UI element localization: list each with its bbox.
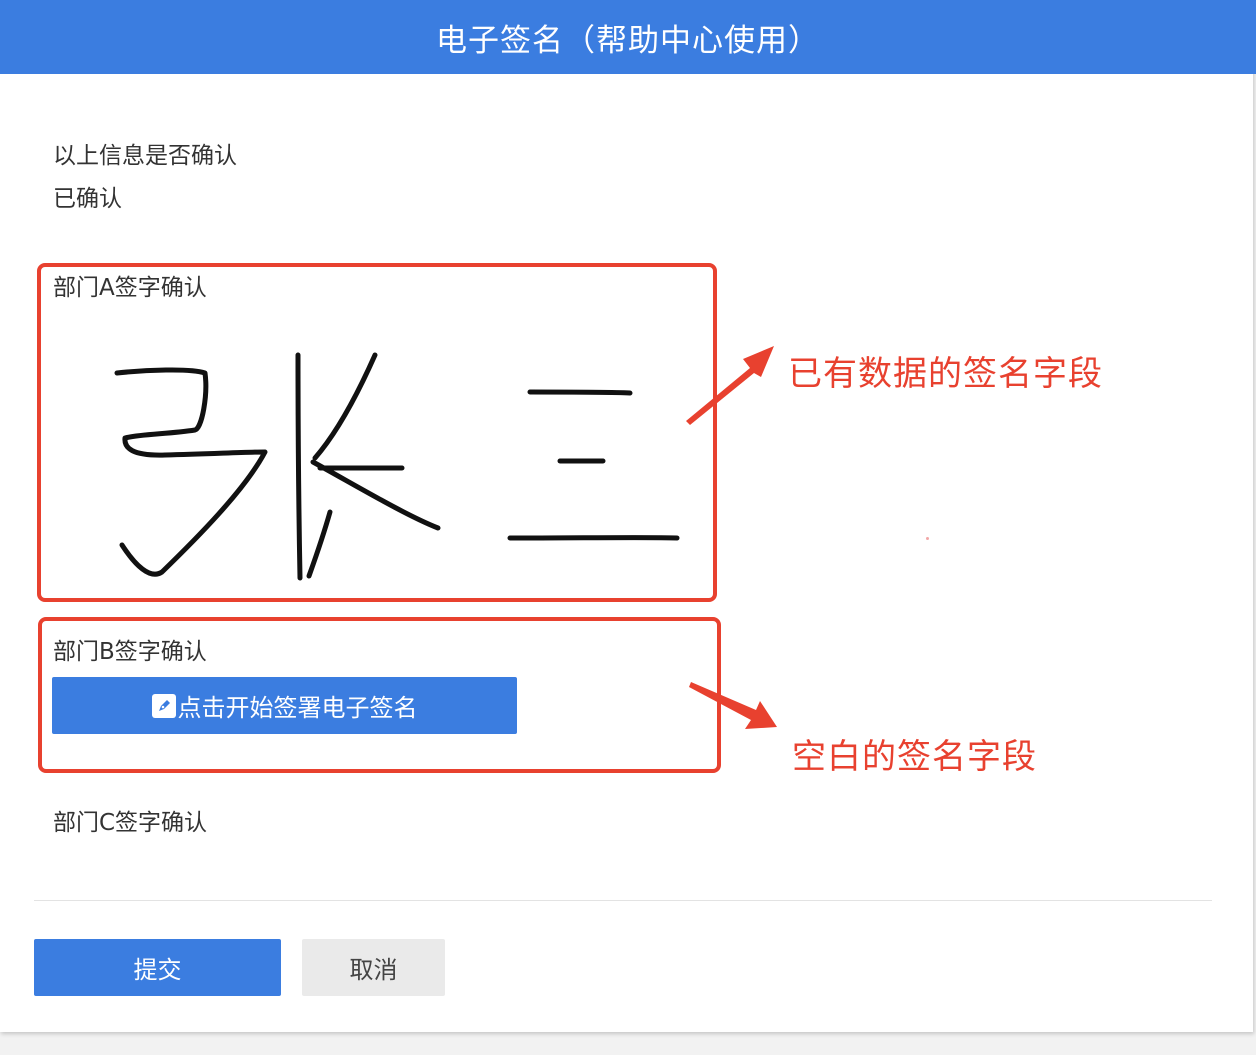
footer-divider (34, 900, 1212, 901)
dept-a-signature-image (114, 352, 680, 581)
dept-c-signature-label: 部门C签字确认 (53, 810, 208, 836)
page-header: 电子签名（帮助中心使用） (0, 0, 1256, 74)
filled-field-annotation: 已有数据的签名字段 (788, 354, 1103, 394)
dept-b-signature-label: 部门B签字确认 (53, 639, 207, 665)
start-signature-button[interactable]: 点击开始签署电子签名 (52, 677, 517, 734)
page-title: 电子签名（帮助中心使用） (436, 22, 820, 59)
confirm-question-label: 以上信息是否确认 (53, 143, 237, 169)
dept-a-signature-label: 部门A签字确认 (53, 275, 207, 301)
submit-button[interactable]: 提交 (34, 939, 281, 996)
stray-mark (926, 537, 929, 540)
pen-icon (151, 693, 176, 718)
start-signature-label: 点击开始签署电子签名 (177, 694, 418, 722)
confirm-answer-value: 已确认 (53, 186, 122, 212)
cancel-button[interactable]: 取消 (302, 939, 445, 996)
empty-field-annotation: 空白的签名字段 (792, 737, 1037, 777)
